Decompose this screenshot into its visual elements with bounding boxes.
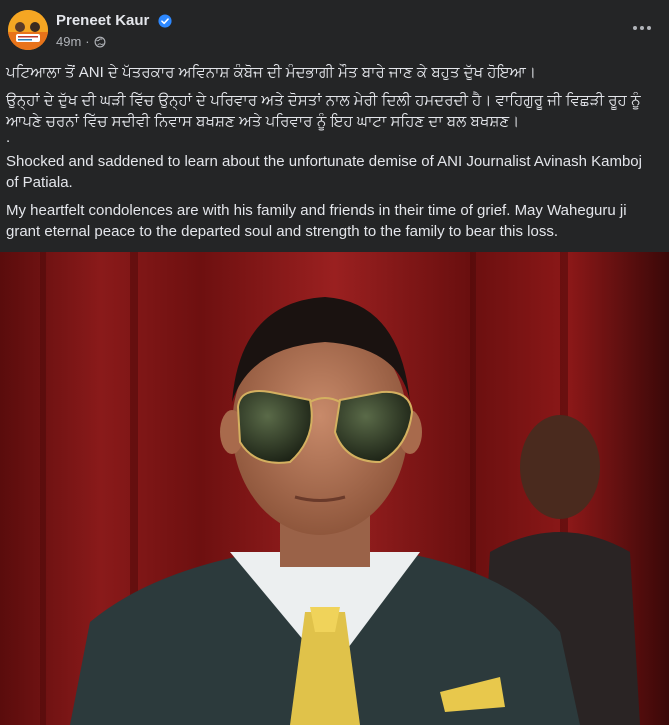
dot-separator: . (6, 129, 11, 146)
post-header: Preneet Kaur 49m · (0, 0, 669, 60)
punjabi-line-1: ਪਟਿਆਲਾ ਤੋਂ ANI ਦੇ ਪੱਤਰਕਾਰ ਅਵਿਨਾਸ਼ ਕੰਬੋਜ … (6, 64, 536, 81)
post-photo[interactable] (0, 252, 669, 725)
author-name-text[interactable]: Preneet Kaur (56, 12, 149, 29)
more-options-button[interactable] (629, 18, 655, 38)
post-meta: 49m · (56, 34, 106, 49)
english-paragraph-1: Shocked and saddened to learn about the … (6, 153, 642, 191)
post-text: ਪਟਿਆਲਾ ਤੋਂ ANI ਦੇ ਪੱਤਰਕਾਰ ਅਵਿਨਾਸ਼ ਕੰਬੋਜ … (6, 62, 656, 242)
meta-separator: · (85, 34, 90, 49)
more-options-icon-dot (633, 26, 637, 30)
punjabi-paragraph-2: ਉਨ੍ਹਾਂ ਦੇ ਦੁੱਖ ਦੀ ਘੜੀ ਵਿੱਚ ਉਨ੍ਹਾਂ ਦੇ ਪਰਿ… (6, 92, 641, 130)
author-name[interactable]: Preneet Kaur (56, 12, 172, 29)
more-options-icon-dot (647, 26, 651, 30)
author-avatar[interactable] (8, 10, 48, 50)
verified-badge-icon (157, 14, 172, 28)
english-paragraph-2: My heartfelt condolences are with his fa… (6, 202, 627, 240)
globe-icon[interactable] (94, 36, 106, 48)
portrait-photo (0, 252, 669, 725)
more-options-icon-dot (640, 26, 644, 30)
post-timestamp[interactable]: 49m (56, 34, 81, 49)
